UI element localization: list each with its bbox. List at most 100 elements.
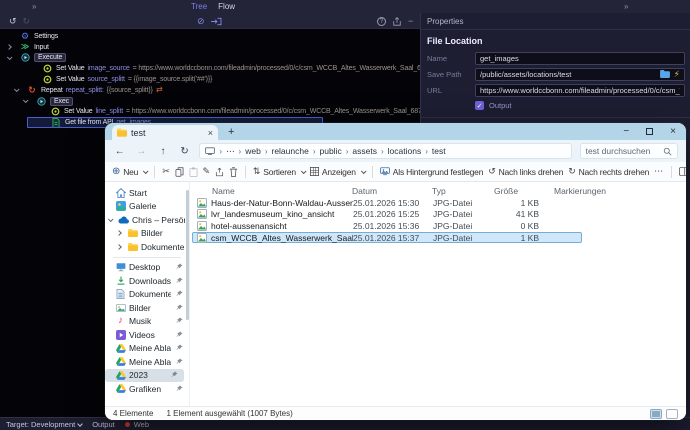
expander[interactable] <box>117 245 124 249</box>
file-row[interactable]: hotel-aussenansicht25.01.2026 15:36JPG-D… <box>192 220 582 232</box>
toolbar-rotate-right-button[interactable]: ↻Nach rechts drehen <box>568 167 649 177</box>
up-icon[interactable]: ↑ <box>156 146 170 157</box>
collapse-right-icon[interactable]: » <box>624 2 627 11</box>
maximize-icon[interactable] <box>646 128 653 135</box>
redo-icon[interactable]: ↻ <box>23 16 31 27</box>
explorer-tab-test[interactable]: test × <box>112 125 218 140</box>
sidebar-item-start[interactable]: Start <box>105 186 189 200</box>
disable-icon[interactable]: ⊘ <box>197 16 205 27</box>
tree-row-repeat[interactable]: ↻Repeatrepeat_splitt:{{source_splitt}}⇄ <box>0 85 420 96</box>
forward-icon[interactable]: → <box>135 146 149 157</box>
sidebar-item-bilder[interactable]: Bilder <box>105 301 189 315</box>
file-row[interactable]: Haus-der-Natur-Bonn-Waldau-Aussenansicht… <box>192 197 582 209</box>
breadcrumb-item[interactable]: ⋯ <box>226 146 235 157</box>
tab-close-icon[interactable]: × <box>208 128 213 138</box>
field-input[interactable]: /public/assets/locations/test⚡ <box>475 68 685 81</box>
minimize-icon[interactable]: − <box>623 126 629 137</box>
toolbar-sort-button[interactable]: ⇅Sortieren <box>253 167 305 177</box>
column-header-gr-e[interactable]: Größe <box>494 186 540 196</box>
sidebar-item-chris-pers-nlich[interactable]: Chris – Persönlich <box>105 213 189 227</box>
toolbar-copy-icon-button[interactable] <box>175 167 184 177</box>
tree-row-set-value-source-splitt[interactable]: Set Valuesource_splitt= {{image_source.s… <box>0 74 420 85</box>
breadcrumb-item[interactable]: relaunche <box>271 146 308 156</box>
expander[interactable] <box>13 88 27 92</box>
breadcrumb-item[interactable]: public <box>320 146 342 156</box>
toolbar-rotate-left-button[interactable]: ↺Nach links drehen <box>488 167 563 177</box>
sidebar-item-galerie[interactable]: Galerie <box>105 200 189 214</box>
breadcrumb-item[interactable]: locations <box>388 146 422 156</box>
tab-tree[interactable]: Tree <box>191 2 207 11</box>
sidebar-item-desktop[interactable]: Desktop <box>105 261 189 275</box>
tab-flow[interactable]: Flow <box>218 2 235 11</box>
output-tab[interactable]: Output <box>92 420 115 429</box>
sidebar-item-bilder[interactable]: Bilder <box>105 227 189 241</box>
toolbar-cut-icon-button[interactable]: ✂ <box>162 167 169 176</box>
toolbar-wallpaper-button[interactable]: Als Hintergrund festlegen <box>380 167 483 177</box>
item-count: 4 Elemente <box>113 409 153 418</box>
file-row[interactable]: lvr_landesmuseum_kino_ansicht25.01.2026 … <box>192 209 582 221</box>
column-header-name[interactable]: Name <box>212 186 352 196</box>
expander[interactable] <box>117 231 124 235</box>
breadcrumb-item[interactable]: web <box>245 146 261 156</box>
collapse-left-icon[interactable]: » <box>32 2 35 11</box>
column-header-markierungen[interactable]: Markierungen <box>540 186 610 196</box>
minimize-panel-icon[interactable]: − <box>408 16 413 26</box>
toolbar-details-button[interactable]: Details <box>679 167 686 177</box>
large-icons-view-icon[interactable] <box>666 409 678 419</box>
sidebar-item-grafiken[interactable]: Grafiken <box>105 382 189 396</box>
toolbar-paste-icon-button[interactable] <box>189 167 198 177</box>
checkbox-checked-icon[interactable]: ✓ <box>475 101 484 110</box>
tree-row-settings[interactable]: ⚙Settings <box>0 31 420 42</box>
toolbar-share-icon-button[interactable] <box>215 167 224 177</box>
refresh-icon[interactable]: ↻ <box>178 146 192 157</box>
undo-icon[interactable]: ↺ <box>9 16 17 27</box>
toolbar-trash-icon-button[interactable] <box>229 167 238 177</box>
tree-row-set-value-image-source[interactable]: Set Valueimage_source= https://www.world… <box>0 63 420 74</box>
sidebar-item-2023[interactable]: 2023 <box>105 369 184 383</box>
toolbar-more-icon-button[interactable]: ⋯ <box>654 167 664 176</box>
tree-row-exec[interactable]: Exec <box>0 96 420 107</box>
chevron-right-icon <box>116 244 122 250</box>
file-row[interactable]: csm_WCCB_Altes_Wasserwerk_Saal_68798c8c6… <box>192 232 582 244</box>
sidebar-item-meine-ablage-info[interactable]: Meine Ablage (info@ <box>105 342 189 356</box>
toolbar-rename-icon-button[interactable]: ✎ <box>203 167 210 176</box>
expander[interactable] <box>108 218 115 222</box>
back-icon[interactable]: ← <box>113 146 127 157</box>
sidebar-item-downloads[interactable]: Downloads <box>105 274 189 288</box>
tree-row-set-value-line-splitt[interactable]: Set Valueline_splitt= https://www.worldc… <box>0 107 420 118</box>
caret-down-icon <box>108 216 114 222</box>
tree-row-input[interactable]: ≫Input <box>0 42 420 53</box>
share-icon[interactable] <box>392 17 402 26</box>
output-checkbox-row[interactable]: ✓ Output <box>421 98 690 112</box>
tree-row-execute[interactable]: Execute <box>0 53 420 64</box>
details-view-icon[interactable] <box>650 409 662 419</box>
sidebar-item-videos[interactable]: Videos <box>105 328 189 342</box>
toolbar-view-button[interactable]: Anzeigen <box>310 167 365 177</box>
sidebar-item-dokumente[interactable]: Dokumente <box>105 240 189 254</box>
toolbar-new-button[interactable]: ⊕Neu <box>112 167 147 177</box>
breadcrumb-separator: › <box>239 147 242 156</box>
sidebar-item-dokumente[interactable]: Dokumente <box>105 288 189 302</box>
field-input[interactable]: get_images <box>475 52 685 65</box>
sidebar-item-label: Dokumente <box>141 242 184 252</box>
toolbar-label: Als Hintergrund festlegen <box>393 167 483 177</box>
column-header-typ[interactable]: Typ <box>432 186 494 196</box>
new-tab-button[interactable]: + <box>228 127 234 137</box>
sidebar-scrollbar[interactable] <box>186 190 189 320</box>
expander[interactable] <box>6 45 20 49</box>
breadcrumb[interactable]: ›⋯›web›relaunche›public›assets›locations… <box>199 143 571 159</box>
breadcrumb-item[interactable]: assets <box>352 146 377 156</box>
sidebar-item-meine-ablage-christi[interactable]: Meine Ablage (christi <box>105 355 189 369</box>
target-selector[interactable]: Target: Development <box>6 420 82 429</box>
sidebar-item-musik[interactable]: ♪Musik <box>105 315 189 329</box>
expander[interactable] <box>6 56 20 60</box>
field-input[interactable]: https://www.worldccbonn.com/fileadmin/pr… <box>475 84 685 97</box>
copy-icon <box>175 167 184 177</box>
help-icon[interactable]: ? <box>377 17 386 26</box>
close-icon[interactable]: × <box>670 126 676 137</box>
search-input[interactable]: test durchsuchen <box>580 143 678 159</box>
step-out-icon[interactable] <box>211 17 222 26</box>
breadcrumb-item[interactable]: test <box>432 146 446 156</box>
expander[interactable] <box>22 99 36 103</box>
column-header-datum[interactable]: Datum <box>352 186 432 196</box>
